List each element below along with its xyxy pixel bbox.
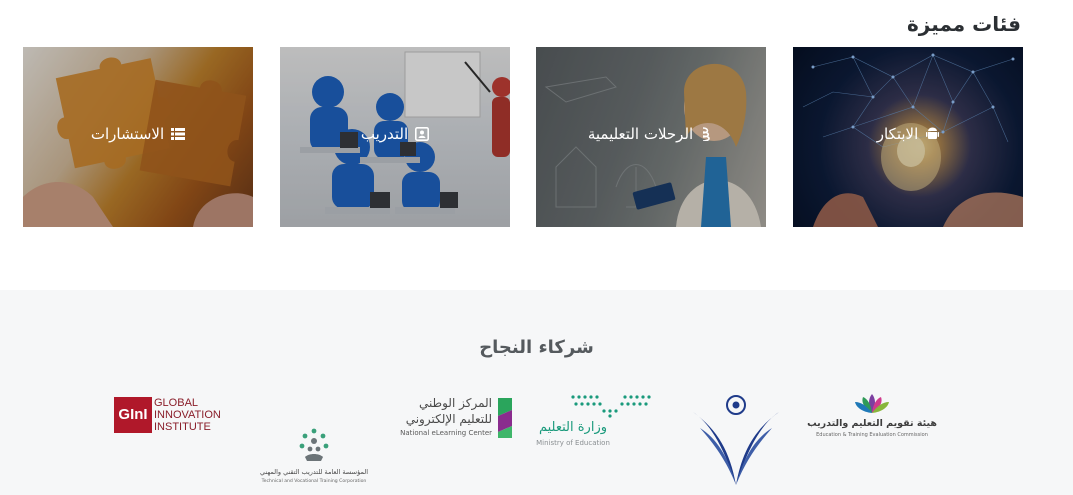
gini-wordmark: GLOBAL INNOVATION INSTITUTE	[154, 397, 221, 433]
list-icon	[171, 127, 186, 141]
etec-flower-icon	[855, 394, 889, 413]
category-card-trips-caption: الرحلات التعليمية	[536, 125, 766, 143]
tvtc-english-name: Technical and Vocational Training Corpor…	[261, 479, 367, 484]
partner-logo-tvtc[interactable]: المؤسسة العامة للتدريب التقني والمهني Te…	[252, 427, 376, 489]
moe-dots-icon	[571, 395, 651, 418]
moe-arabic-name: وزارة التعليم	[538, 420, 608, 435]
category-card-training[interactable]: التدريب	[280, 47, 510, 227]
category-card-consultations-label: الاستشارات	[90, 125, 165, 143]
contact-card-icon	[415, 127, 430, 141]
navy-emblem-icon	[693, 395, 779, 485]
gini-line-3: INSTITUTE	[154, 421, 211, 433]
nelc-arabic-name-1: المركز الوطني	[418, 396, 492, 410]
category-card-innovation[interactable]: الابتكار	[793, 47, 1023, 227]
moe-english-name: Ministry of Education	[536, 439, 610, 447]
nelc-arabic-name-2: للتعليم الإلكتروني	[405, 412, 492, 426]
tvtc-arabic-name: المؤسسة العامة للتدريب التقني والمهني	[259, 468, 369, 476]
cloud-wave-icon	[700, 127, 714, 141]
partner-logo-etec[interactable]: هيئة تقويم التعليم والتدريب Education & …	[806, 393, 938, 445]
nelc-english-name: National eLearning Center	[400, 429, 492, 437]
tvtc-emblem-icon	[299, 428, 329, 461]
etec-arabic-name: هيئة تقويم التعليم والتدريب	[807, 418, 937, 429]
partner-logo-moe[interactable]: وزارة التعليم Ministry of Education	[528, 394, 656, 460]
android-icon	[925, 127, 939, 141]
featured-categories-title: فئات مميزة	[906, 12, 1021, 36]
partners-section: شركاء النجاح هيئة تقويم التعليم والتدريب…	[0, 290, 1073, 495]
category-card-training-label: التدريب	[360, 125, 409, 143]
category-card-consultations[interactable]: الاستشارات	[23, 47, 253, 227]
category-card-consultations-caption: الاستشارات	[23, 125, 253, 143]
etec-english-name: Education & Training Evaluation Commissi…	[816, 432, 928, 438]
gini-mark: GInI	[114, 397, 152, 433]
partner-logo-nelc[interactable]: المركز الوطني للتعليم الإلكتروني Nationa…	[390, 394, 516, 442]
partners-title: شركاء النجاح	[479, 337, 594, 358]
featured-categories-section: فئات مميزة الابتكار الرحلات التعليمية ال…	[0, 0, 1073, 290]
category-card-trips-label: الرحلات التعليمية	[587, 125, 694, 143]
gini-line-1: GLOBAL	[154, 397, 199, 409]
nelc-mark-icon	[498, 398, 512, 438]
category-card-training-caption: التدريب	[280, 125, 510, 143]
category-card-innovation-label: الابتكار	[876, 125, 919, 143]
partner-logo-gini[interactable]: GInI GLOBAL INNOVATION INSTITUTE	[114, 397, 238, 433]
partner-logo-navy-emblem[interactable]	[690, 390, 782, 495]
category-card-trips[interactable]: الرحلات التعليمية	[536, 47, 766, 227]
gini-line-2: INNOVATION	[154, 409, 221, 421]
category-card-innovation-caption: الابتكار	[793, 125, 1023, 143]
